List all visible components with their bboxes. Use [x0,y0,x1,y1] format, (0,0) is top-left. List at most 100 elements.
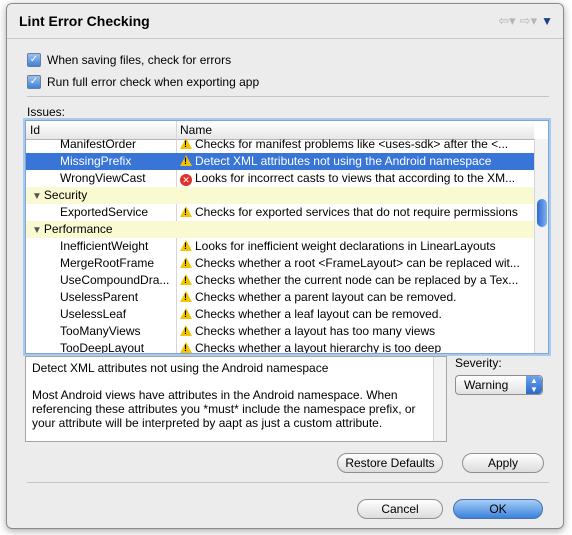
issues-scrollbar-thumb[interactable] [537,199,547,227]
category-name: ▼ Performance [32,222,113,236]
divider [27,482,549,483]
issue-id: MergeRootFrame [60,256,154,270]
ok-button[interactable]: OK [453,499,543,519]
warning-icon [180,274,192,285]
warning-icon [180,206,192,217]
issue-name: Checks whether a leaf layout can be remo… [180,307,528,321]
description-scrollbar[interactable] [433,357,446,441]
issue-name-text: Detect XML attributes not using the Andr… [195,154,492,168]
disclosure-triangle-icon[interactable]: ▼ [32,225,42,236]
check-on-export-checkbox[interactable]: ✓ [27,75,41,89]
issue-id: UseCompoundDra... [60,273,169,287]
issue-name-text: Looks for incorrect casts to views that … [195,171,516,185]
check-on-save-label: When saving files, check for errors [47,53,232,67]
issue-id: ExportedService [60,205,148,219]
issue-row[interactable]: ExportedService Checks for exported servi… [26,204,534,221]
view-menu-icon[interactable]: ▼ [541,14,553,28]
issue-id-text: Performance [43,222,113,236]
warning-icon [180,342,192,353]
issue-id-text: MergeRootFrame [60,256,155,270]
warning-icon [180,325,192,336]
restore-defaults-button[interactable]: Restore Defaults [337,453,443,473]
issue-name-text: Checks whether a root <FrameLayout> can … [195,256,520,270]
check-on-save-option[interactable]: ✓ When saving files, check for errors [27,53,231,67]
issue-name-text: Checks for exported services that do not… [195,205,518,219]
issue-name: Checks whether a root <FrameLayout> can … [180,256,528,270]
error-icon: ✕ [180,174,192,186]
issue-row[interactable]: UseCompoundDra... Checks whether the curr… [26,272,534,289]
issue-name: Checks whether a parent layout can be re… [180,290,528,304]
issue-row[interactable]: TooDeepLayout Checks whether a layout hie… [26,340,534,354]
issue-row[interactable]: MergeRootFrame Checks whether a root <Fra… [26,255,534,272]
issue-row[interactable]: ManifestOrder Checks for manifest problem… [26,136,534,153]
severity-value: Warning [464,378,509,392]
issue-id: TooManyViews [60,324,140,338]
issue-id-text: ManifestOrder [60,137,137,151]
issue-id-text: UselessParent [60,290,139,304]
severity-select[interactable]: Warning ▲ ▼ [455,375,543,395]
issues-scrollbar[interactable] [534,139,548,353]
issue-name-text: Checks for manifest problems like <uses-… [195,137,509,151]
forward-arrow-icon[interactable]: ⇨▾ [520,13,537,29]
issue-id-text: Security [43,188,88,202]
issues-table[interactable]: Id Name ManifestOrder Checks for manifest… [25,120,549,354]
apply-button[interactable]: Apply [462,453,544,473]
issue-name-text: Looks for inefficient weight declaration… [195,239,496,253]
warning-icon [180,240,192,251]
issue-name: Checks whether the current node can be r… [180,273,528,287]
disclosure-triangle-icon[interactable]: ▼ [32,191,42,202]
dialog-title: Lint Error Checking [19,13,150,29]
back-arrow-icon[interactable]: ⇦▾ [498,13,515,29]
issue-id: WrongViewCast [60,171,146,185]
issue-id-text: MissingPrefix [60,154,132,168]
issue-id-text: UselessLeaf [60,307,127,321]
issue-name: Looks for inefficient weight declaration… [180,239,528,253]
issue-description-box: Detect XML attributes not using the Andr… [25,356,447,442]
category-name: ▼ Security [32,188,87,202]
warning-icon [180,291,192,302]
check-on-save-checkbox[interactable]: ✓ [27,53,41,67]
issue-name: Checks whether a layout hierarchy is too… [180,341,528,354]
category-row[interactable]: ▼ Security [26,187,534,204]
issue-explanation: Most Android views have attributes in th… [32,388,416,430]
issue-row[interactable]: TooManyViews Checks whether a layout has … [26,323,534,340]
issue-id-text: UseCompoundDra... [60,273,170,287]
issue-name: Checks whether a layout has too many vie… [180,324,528,338]
issue-row[interactable]: MissingPrefix Detect XML attributes not u… [26,153,534,170]
issue-summary: Detect XML attributes not using the Andr… [32,361,329,375]
divider [27,96,549,97]
severity-label: Severity: [455,356,502,370]
issue-name-text: Checks whether a layout hierarchy is too… [195,341,442,354]
history-nav: ⇦▾ ⇨▾ ▼ [498,13,553,29]
issue-id: TooDeepLayout [60,341,144,353]
dialog-header: Lint Error Checking ⇦▾ ⇨▾ ▼ [7,4,563,39]
select-arrows-icon: ▲ ▼ [526,376,542,394]
issue-id: UselessParent [60,290,138,304]
issue-name: Checks for manifest problems like <uses-… [180,137,528,151]
issue-name-text: Checks whether the current node can be r… [195,273,519,287]
issue-id-text: InefficientWeight [60,239,149,253]
warning-icon [180,155,192,166]
issue-row[interactable]: WrongViewCast ✕ Looks for incorrect casts … [26,170,534,187]
cancel-button[interactable]: Cancel [357,499,443,519]
lint-preferences-dialog: Lint Error Checking ⇦▾ ⇨▾ ▼ ✓ When savin… [6,3,564,529]
issue-row[interactable]: UselessParent Checks whether a parent lay… [26,289,534,306]
issues-label: Issues: [27,105,66,119]
issue-name: ✕ Looks for incorrect casts to views that… [180,171,528,186]
issue-name-text: Checks whether a leaf layout can be remo… [195,307,442,321]
issue-id-text: WrongViewCast [60,171,146,185]
column-header-name[interactable]: Name [180,123,212,137]
issue-id: MissingPrefix [60,154,131,168]
category-row[interactable]: ▼ Performance [26,221,534,238]
issue-id: InefficientWeight [60,239,148,253]
issue-row[interactable]: UselessLeaf Checks whether a leaf layout … [26,306,534,323]
issue-name-text: Checks whether a parent layout can be re… [195,290,457,304]
check-on-export-option[interactable]: ✓ Run full error check when exporting ap… [27,75,259,89]
column-header-id[interactable]: Id [30,123,40,137]
check-on-export-label: Run full error check when exporting app [47,75,260,89]
issue-row[interactable]: InefficientWeight Looks for inefficient w… [26,238,534,255]
issue-id: ManifestOrder [60,137,136,151]
issue-name-text: Checks whether a layout has too many vie… [195,324,436,338]
issue-name: Detect XML attributes not using the Andr… [180,154,528,168]
warning-icon [180,257,192,268]
